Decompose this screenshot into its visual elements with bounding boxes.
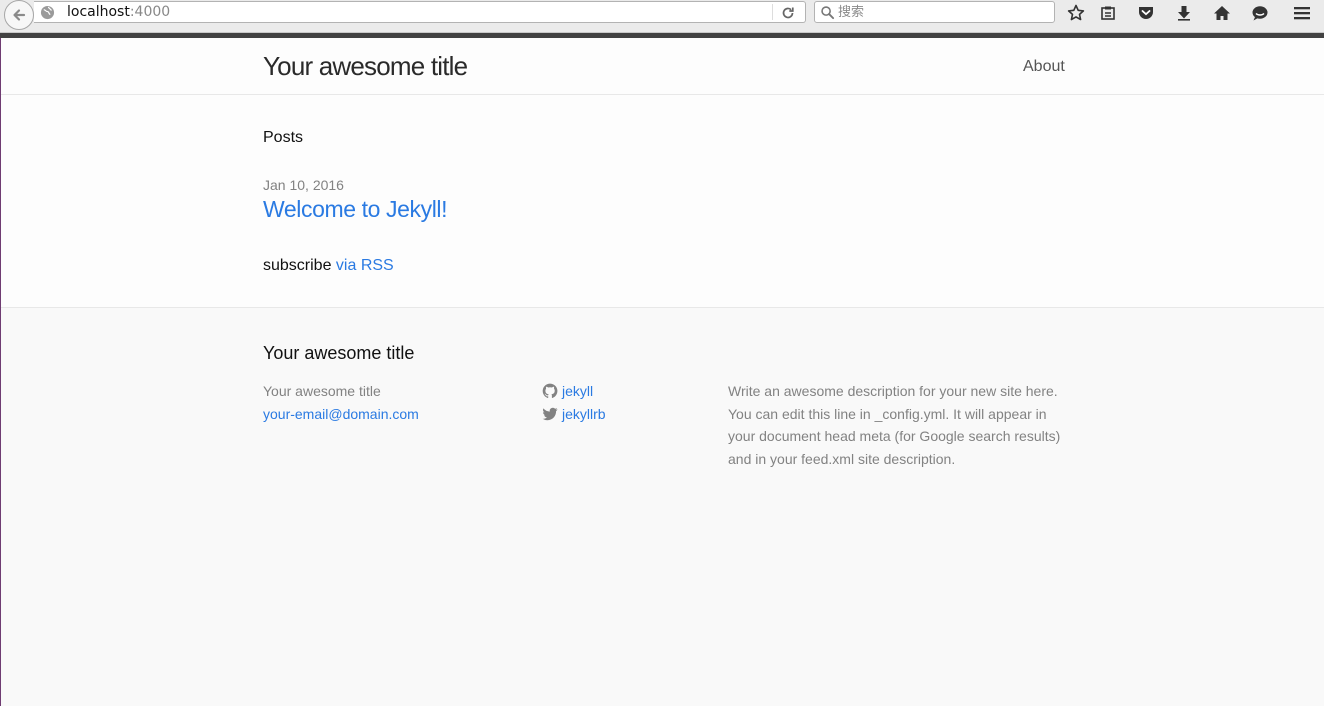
footer-email-link[interactable]: your-email@domain.com [263, 405, 419, 423]
url-host: localhost [67, 4, 130, 20]
pocket-icon[interactable] [1136, 3, 1156, 23]
url-bar[interactable]: localhost:4000 [34, 1, 806, 23]
site-header: Your awesome title About [1, 38, 1324, 95]
globe-icon [40, 5, 55, 20]
back-button[interactable] [4, 0, 34, 30]
twitter-icon [542, 407, 558, 421]
download-icon[interactable] [1174, 3, 1194, 23]
github-icon [542, 383, 558, 399]
twitter-username: jekyllrb [562, 406, 606, 422]
menu-icon[interactable] [1292, 3, 1312, 23]
rss-prefix: subscribe [263, 257, 336, 274]
chat-icon[interactable] [1250, 3, 1270, 23]
rss-link[interactable]: via RSS [336, 257, 394, 274]
site-title-link[interactable]: Your awesome title [263, 51, 468, 81]
arrow-left-icon [13, 9, 26, 21]
reload-icon[interactable] [780, 5, 796, 21]
site-footer: Your awesome title Your awesome title yo… [1, 307, 1324, 706]
footer-site-name: Your awesome title [263, 383, 381, 399]
github-username: jekyll [562, 383, 594, 399]
search-placeholder: 搜索 [838, 5, 865, 20]
search-icon [821, 6, 835, 20]
footer-description: Write an awesome description for your ne… [728, 383, 1061, 467]
rss-subscribe: subscribe via RSS [263, 256, 394, 276]
post-date: Jan 10, 2016 [263, 177, 344, 193]
social-twitter[interactable]: jekyllrb [542, 405, 606, 423]
url-separator [772, 4, 773, 20]
home-icon[interactable] [1212, 3, 1232, 23]
browser-toolbar: localhost:4000 搜索 [0, 0, 1324, 33]
social-github[interactable]: jekyll [542, 382, 593, 400]
url-text[interactable]: localhost:4000 [67, 4, 170, 21]
nav-link-about[interactable]: About [1023, 57, 1065, 77]
posts-heading: Posts [263, 129, 304, 146]
search-bar[interactable]: 搜索 [814, 1, 1055, 23]
url-port: :4000 [129, 4, 171, 20]
bookmark-star-icon[interactable] [1066, 3, 1086, 23]
footer-heading: Your awesome title [263, 343, 415, 363]
reading-list-icon[interactable] [1098, 3, 1118, 23]
post-title-link[interactable]: Welcome to Jekyll! [263, 195, 448, 223]
